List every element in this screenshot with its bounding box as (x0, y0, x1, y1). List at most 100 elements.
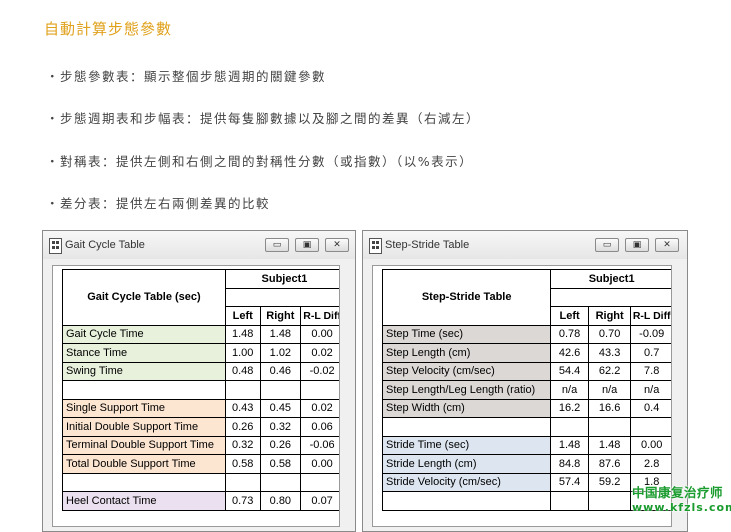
stride-subject-header: Subject1 (550, 269, 671, 289)
gait-cell (224, 380, 261, 400)
stride-cell: n/a (630, 380, 671, 400)
close-icon: ✕ (663, 240, 671, 250)
gait-row-label: Terminal Double Support Time (62, 435, 226, 455)
bullet-4: ・差分表：提供左右兩側差異的比較 (46, 196, 271, 211)
gait-cell (259, 472, 302, 492)
gait-cell: 0.58 (224, 454, 261, 474)
minimize-icon: ▭ (602, 240, 612, 250)
gait-cell: 0.07 (300, 491, 339, 511)
table-row: Initial Double Support Time 0.26 0.32 0.06 (62, 417, 339, 437)
stride-table-header: Step-Stride Table (381, 269, 552, 326)
table-row: Stride Time (sec) 1.48 1.48 0.00 (381, 435, 671, 455)
stride-table-pane[interactable]: Step-Stride Table Subject1 Left Right R-… (372, 265, 672, 527)
stride-cell: 1.48 (587, 435, 632, 455)
close-button[interactable]: ✕ (655, 238, 679, 252)
stride-cell: 42.6 (550, 343, 589, 363)
minimize-button[interactable]: ▭ (265, 238, 289, 252)
maximize-button[interactable]: ▣ (625, 238, 649, 252)
minimize-icon: ▭ (272, 240, 282, 250)
maximize-button[interactable]: ▣ (295, 238, 319, 252)
stride-cell (630, 417, 671, 437)
stride-row-label: Stride Length (cm) (381, 454, 552, 474)
gait-cell: 0.32 (259, 417, 302, 437)
bullet-2: ・步態週期表和步幅表：提供每隻腳數據以及腳之間的差異（右減左） (46, 111, 481, 126)
stride-cell: n/a (587, 380, 632, 400)
table-row: Step Length (cm) 42.6 43.3 0.7 (381, 343, 671, 363)
stride-cell: 57.4 (550, 472, 589, 492)
stride-row-label: Step Length/Leg Length (ratio) (381, 380, 552, 400)
step-stride-table: Step-Stride Table Subject1 Left Right R-… (381, 269, 671, 511)
stride-window-title: Step-Stride Table (385, 239, 470, 251)
stride-cell (587, 417, 632, 437)
stride-row-label: Stride Time (sec) (381, 435, 552, 455)
stride-window-titlebar[interactable]: Step-Stride Table ▭ ▣ ✕ (363, 231, 687, 259)
grid-app-icon (49, 238, 62, 254)
bullet-1: ・步態參數表：顯示整個步態週期的關鍵參數 (46, 69, 327, 84)
gait-cell: 0.45 (259, 398, 302, 418)
watermark-line1: 中国康复治疗师 (632, 485, 724, 500)
gait-row-label: Single Support Time (62, 398, 226, 418)
gait-cell: -0.06 (300, 435, 339, 455)
section-title: 自動計算步態參數 (44, 20, 173, 38)
gait-row-label (62, 380, 226, 400)
stride-cell: 0.78 (550, 324, 589, 344)
stride-cell: 87.6 (587, 454, 632, 474)
gait-row-label: Stance Time (62, 343, 226, 363)
stride-cell: 1.48 (550, 435, 589, 455)
stride-cell: 16.6 (587, 398, 632, 418)
gait-col-right: Right (259, 306, 302, 326)
watermark-line2: www.kfzls.com (632, 501, 731, 514)
stride-cell: 0.00 (630, 435, 671, 455)
gait-cell: 1.00 (224, 343, 261, 363)
gait-window-titlebar[interactable]: Gait Cycle Table ▭ ▣ ✕ (43, 231, 355, 259)
stride-cell: n/a (550, 380, 589, 400)
minimize-button[interactable]: ▭ (595, 238, 619, 252)
stride-row-label (381, 417, 552, 437)
gait-cell: -0.02 (300, 361, 339, 381)
gait-cell: 1.02 (259, 343, 302, 363)
gait-cycle-window: Gait Cycle Table ▭ ▣ ✕ Gait Cycle Table … (42, 230, 356, 532)
gait-cell (259, 380, 302, 400)
gait-cell: 0.48 (224, 361, 261, 381)
stride-cell: 16.2 (550, 398, 589, 418)
stride-cell: 7.8 (630, 361, 671, 381)
gait-subject-spacer (224, 287, 339, 307)
gait-cell: 0.26 (259, 435, 302, 455)
gait-col-left: Left (224, 306, 261, 326)
gait-row-label: Gait Cycle Time (62, 324, 226, 344)
stride-cell: 59.2 (587, 472, 632, 492)
stride-cell: 54.4 (550, 361, 589, 381)
gait-table-header: Gait Cycle Table (sec) (62, 269, 226, 326)
stride-col-left: Left (550, 306, 589, 326)
stride-cell: 0.70 (587, 324, 632, 344)
gait-cell: 0.43 (224, 398, 261, 418)
gait-row-label: Heel Contact Time (62, 491, 226, 511)
maximize-icon: ▣ (632, 240, 642, 250)
table-row (62, 472, 339, 492)
stride-col-right: Right (587, 306, 632, 326)
stride-row-label: Stride Velocity (cm/sec) (381, 472, 552, 492)
gait-cell: 0.73 (224, 491, 261, 511)
stride-cell: 43.3 (587, 343, 632, 363)
table-row: Step Length/Leg Length (ratio) n/a n/a n/a (381, 380, 671, 400)
table-row: Step Width (cm) 16.2 16.6 0.4 (381, 398, 671, 418)
gait-cell: 0.26 (224, 417, 261, 437)
stride-cell: -0.09 (630, 324, 671, 344)
bullet-3: ・對稱表：提供左側和右側之間的對稱性分數（或指數）（以%表示） (46, 154, 474, 169)
gait-cell: 0.00 (300, 454, 339, 474)
gait-table-pane[interactable]: Gait Cycle Table (sec) Subject1 Left Rig… (52, 265, 340, 527)
watermark: 中国康复治疗师 www.kfzls.com (632, 482, 731, 514)
table-row: Step Velocity (cm/sec) 54.4 62.2 7.8 (381, 361, 671, 381)
table-row: Total Double Support Time 0.58 0.58 0.00 (62, 454, 339, 474)
stride-row-label (381, 491, 552, 511)
stride-cell: 62.2 (587, 361, 632, 381)
close-button[interactable]: ✕ (325, 238, 349, 252)
gait-cell: 1.48 (259, 324, 302, 344)
stride-cell: 0.4 (630, 398, 671, 418)
gait-col-diff: R-L Diff (300, 306, 339, 326)
table-row: Single Support Time 0.43 0.45 0.02 (62, 398, 339, 418)
gait-row-label: Initial Double Support Time (62, 417, 226, 437)
stride-row-label: Step Velocity (cm/sec) (381, 361, 552, 381)
stride-row-label: Step Time (sec) (381, 324, 552, 344)
stride-cell (550, 491, 589, 511)
